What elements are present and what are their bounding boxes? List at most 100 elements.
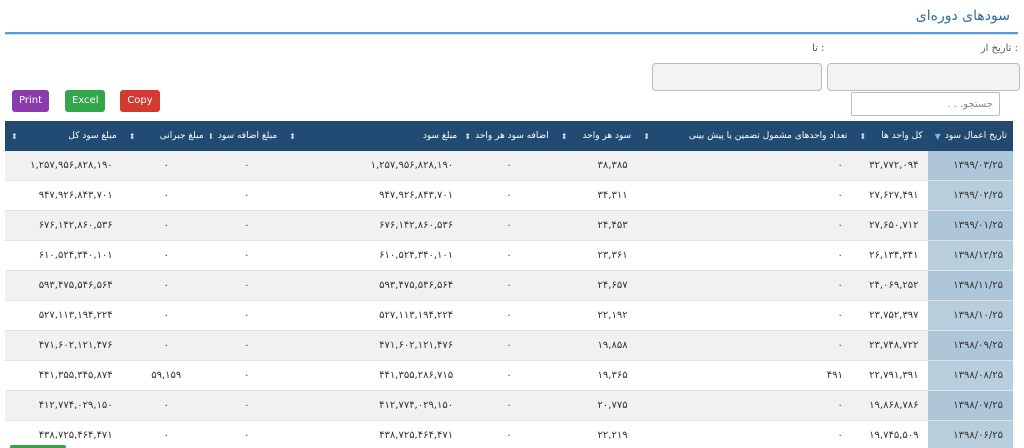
column-header-guaranteed-units[interactable]: تعداد واحدهای مشمول تضمین یا پیش بینی ⬍ bbox=[637, 121, 853, 151]
table-cell: ۳۲,۷۷۲,۰۹۴ bbox=[869, 160, 919, 171]
table-cell: ۵۲۷,۱۱۳,۱۹۴,۲۲۴ bbox=[38, 310, 113, 321]
column-header-profit-amount[interactable]: مبلغ سود ⬍ bbox=[283, 121, 463, 151]
table-row[interactable]: ۱۳۹۸/۰۶/۲۵ ۱۹,۷۴۵,۵۰۹ ۰ ۲۲,۲۱۹ ۰ ۴۳۸,۷۲۵,۴۶۴,… bbox=[5, 421, 1013, 448]
date-from-input[interactable] bbox=[827, 63, 1020, 91]
table-cell: ۴۳۸,۷۲۵,۴۶۴,۴۷۱ bbox=[379, 430, 454, 441]
table-cell: ۱۳۹۸/۰۸/۲۵ bbox=[928, 361, 1013, 390]
table-cell: ۲۷,۶۵۰,۷۱۲ bbox=[869, 220, 919, 231]
column-header-label: مبلغ سود کل bbox=[68, 131, 117, 141]
table-row[interactable]: ۱۳۹۸/۱۰/۲۵ ۲۳,۷۵۲,۳۹۷ ۰ ۲۲,۱۹۲ ۰ ۵۲۷,۱۱۳,۱۹۴,… bbox=[5, 301, 1013, 331]
table-cell: ۰ bbox=[506, 340, 512, 351]
table-row[interactable]: ۱۳۹۸/۰۹/۲۵ ۲۳,۷۴۸,۷۲۲ ۰ ۱۹,۸۵۸ ۰ ۴۷۱,۶۰۲,۱۲۱,… bbox=[5, 331, 1013, 361]
table-cell: ۰ bbox=[244, 190, 250, 201]
title-divider bbox=[5, 32, 1018, 35]
table-cell: ۶۱۰,۵۲۴,۳۴۰,۱۰۱ bbox=[379, 250, 454, 261]
table-cell: ۰ bbox=[163, 220, 169, 231]
print-button[interactable]: Print bbox=[12, 90, 49, 112]
page-title: سودهای دوره‌ای bbox=[915, 8, 1010, 24]
table-cell: ۵۲۷,۱۱۳,۱۹۴,۲۲۴ bbox=[379, 310, 454, 321]
table-cell: ۱۳۹۸/۱۲/۲۵ bbox=[928, 241, 1013, 270]
table-cell: ۲۲,۱۹۲ bbox=[597, 310, 628, 321]
table-cell: ۰ bbox=[506, 430, 512, 441]
table-cell: ۰ bbox=[163, 250, 169, 261]
column-header-total-units[interactable]: کل واحد ها ⬍ bbox=[853, 121, 928, 151]
table-cell: ۰ bbox=[837, 430, 843, 441]
column-header-profit-per-unit[interactable]: سود هر واحد ⬍ bbox=[555, 121, 637, 151]
table-cell: ۲۴,۶۵۷ bbox=[597, 280, 628, 291]
table-cell: ۱۹,۳۶۵ bbox=[597, 370, 628, 381]
table-row[interactable]: ۱۳۹۹/۰۲/۲۵ ۲۷,۶۲۷,۴۹۱ ۰ ۳۴,۳۱۱ ۰ ۹۴۷,۹۲۶,۸۴۳,… bbox=[5, 181, 1013, 211]
table-cell: ۰ bbox=[506, 370, 512, 381]
table-cell: ۲۲,۲۱۹ bbox=[597, 430, 628, 441]
table-cell: ۲۰,۷۷۵ bbox=[597, 400, 628, 411]
column-header-extra-profit-amount[interactable]: مبلغ اضافه سود ⬍ bbox=[210, 121, 283, 151]
table-cell: ۰ bbox=[163, 280, 169, 291]
table-row[interactable]: ۱۳۹۹/۰۱/۲۵ ۲۷,۶۵۰,۷۱۲ ۰ ۲۴,۴۵۳ ۰ ۶۷۶,۱۴۲,۸۶۰,… bbox=[5, 211, 1013, 241]
column-header-extra-profit-per-unit[interactable]: اضافه سود هر واحد ⬍ bbox=[463, 121, 555, 151]
column-header-label: مبلغ جبرانی bbox=[159, 131, 204, 141]
table-cell: ۲۳,۳۶۱ bbox=[597, 250, 628, 261]
column-header-label: مبلغ اضافه سود bbox=[217, 131, 278, 141]
table-cell: ۰ bbox=[506, 250, 512, 261]
table-cell: ۴۱۲,۷۷۴,۰۲۹,۱۵۰ bbox=[38, 400, 113, 411]
table-cell: ۲۳,۷۴۸,۷۲۲ bbox=[869, 340, 919, 351]
table-cell: ۵۹,۱۵۹ bbox=[151, 370, 182, 381]
table-cell: ۰ bbox=[837, 190, 843, 201]
table-cell: ۰ bbox=[837, 280, 843, 291]
sort-icon: ⬍ bbox=[209, 131, 214, 141]
table-cell: ۰ bbox=[506, 400, 512, 411]
table-row[interactable]: ۱۳۹۸/۱۱/۲۵ ۲۴,۰۶۹,۲۵۲ ۰ ۲۴,۶۵۷ ۰ ۵۹۳,۴۷۵,۵۴۶,… bbox=[5, 271, 1013, 301]
table-row[interactable]: ۱۳۹۸/۱۲/۲۵ ۲۶,۱۳۴,۳۴۱ ۰ ۲۳,۳۶۱ ۰ ۶۱۰,۵۲۴,۳۴۰,… bbox=[5, 241, 1013, 271]
table-cell: ۴۹۱ bbox=[826, 370, 843, 381]
table-cell: ۰ bbox=[244, 310, 250, 321]
table-cell: ۰ bbox=[163, 190, 169, 201]
table-cell: ۰ bbox=[837, 250, 843, 261]
table-cell: ۱۹,۸۶۸,۷۸۶ bbox=[869, 400, 919, 411]
table-cell: ۰ bbox=[244, 400, 250, 411]
table-cell: ۴۷۱,۶۰۲,۱۲۱,۴۷۶ bbox=[38, 340, 113, 351]
column-header-label: سود هر واحد bbox=[582, 131, 632, 141]
column-header-compensation[interactable]: مبلغ جبرانی ⬍ bbox=[123, 121, 210, 151]
copy-button[interactable]: Copy bbox=[120, 90, 160, 112]
excel-button[interactable]: Excel bbox=[65, 90, 105, 112]
table-cell: ۰ bbox=[244, 220, 250, 231]
table-cell: ۶۱۰,۵۲۴,۳۴۰,۱۰۱ bbox=[38, 250, 113, 261]
table-cell: ۴۷۱,۶۰۲,۱۲۱,۴۷۶ bbox=[379, 340, 454, 351]
table-cell: ۱۳۹۹/۰۱/۲۵ bbox=[928, 211, 1013, 240]
table-cell: ۱۳۹۸/۱۱/۲۵ bbox=[928, 271, 1013, 300]
column-header-total-profit[interactable]: مبلغ سود کل ⬍ bbox=[5, 121, 123, 151]
table-cell: ۰ bbox=[837, 220, 843, 231]
table-row[interactable]: ۱۳۹۹/۰۳/۲۵ ۳۲,۷۷۲,۰۹۴ ۰ ۳۸,۳۸۵ ۰ ۱,۲۵۷,۹۵۶,۸۲… bbox=[5, 151, 1013, 181]
date-to-input[interactable] bbox=[652, 63, 822, 91]
table-cell: ۲۴,۴۵۳ bbox=[597, 220, 628, 231]
table-cell: ۰ bbox=[837, 310, 843, 321]
table-header: تاریخ اعمال سود ▼ کل واحد ها ⬍ تعداد واحده… bbox=[5, 121, 1013, 151]
table-body: ۱۳۹۹/۰۳/۲۵ ۳۲,۷۷۲,۰۹۴ ۰ ۳۸,۳۸۵ ۰ ۱,۲۵۷,۹۵۶,۸۲… bbox=[5, 151, 1013, 448]
column-header-label: تاریخ اعمال سود bbox=[944, 131, 1007, 141]
table-cell: ۰ bbox=[244, 370, 250, 381]
sort-icon: ⬍ bbox=[128, 131, 136, 141]
table-cell: ۱۳۹۸/۱۰/۲۵ bbox=[928, 301, 1013, 330]
search-input[interactable] bbox=[851, 92, 1000, 116]
table-row[interactable]: ۱۳۹۸/۰۸/۲۵ ۲۲,۷۹۱,۳۹۱ ۴۹۱ ۱۹,۳۶۵ ۰ ۴۴۱,۳۵۵,۲۸… bbox=[5, 361, 1013, 391]
table-row[interactable]: ۱۳۹۸/۰۷/۲۵ ۱۹,۸۶۸,۷۸۶ ۰ ۲۰,۷۷۵ ۰ ۴۱۲,۷۷۴,۰۲۹,… bbox=[5, 391, 1013, 421]
sort-icon: ⬍ bbox=[560, 131, 568, 141]
table-cell: ۶۷۶,۱۴۲,۸۶۰,۵۳۶ bbox=[379, 220, 454, 231]
table-cell: ۱۳۹۹/۰۲/۲۵ bbox=[928, 181, 1013, 210]
table-cell: ۲۲,۷۹۱,۳۹۱ bbox=[869, 370, 919, 381]
table-cell: ۲۶,۱۳۴,۳۴۱ bbox=[869, 250, 919, 261]
date-to-label: تا : bbox=[812, 43, 825, 54]
sort-desc-icon: ▼ bbox=[934, 131, 941, 141]
table-cell: ۰ bbox=[837, 340, 843, 351]
table-cell: ۱۳۹۸/۰۷/۲۵ bbox=[928, 391, 1013, 420]
table-cell: ۰ bbox=[244, 160, 250, 171]
table-cell: ۰ bbox=[244, 280, 250, 291]
table-cell: ۰ bbox=[506, 310, 512, 321]
column-header-label: کل واحد ها bbox=[881, 131, 923, 141]
table-cell: ۰ bbox=[506, 220, 512, 231]
table-cell: ۴۳۸,۷۲۵,۴۶۴,۴۷۱ bbox=[38, 430, 113, 441]
table-cell: ۶۷۶,۱۴۲,۸۶۰,۵۳۶ bbox=[38, 220, 113, 231]
table-cell: ۱۳۹۸/۰۹/۲۵ bbox=[928, 331, 1013, 360]
column-header-date[interactable]: تاریخ اعمال سود ▼ bbox=[928, 121, 1013, 151]
table-cell: ۹۴۷,۹۲۶,۸۴۳,۷۰۱ bbox=[379, 190, 454, 201]
